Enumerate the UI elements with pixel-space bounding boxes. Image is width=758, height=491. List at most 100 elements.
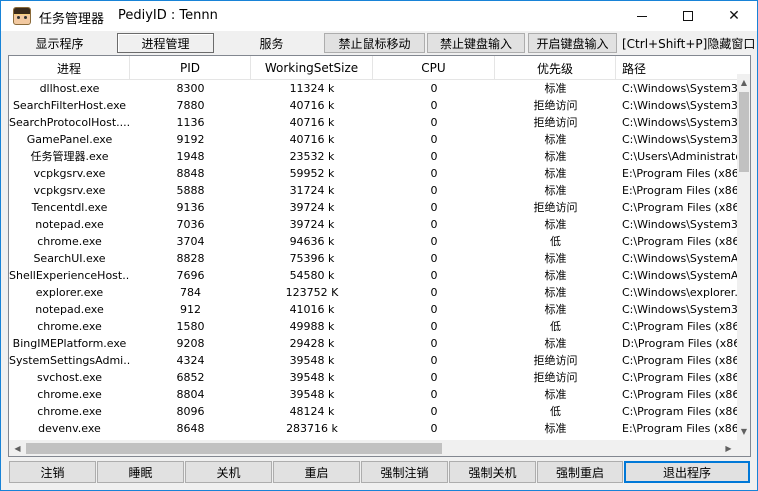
cell-cpu: 0	[430, 184, 438, 197]
disable-keyboard-button[interactable]: 禁止键盘输入	[427, 33, 525, 53]
scroll-right-icon[interactable]: ▶	[720, 440, 737, 456]
enable-keyboard-button[interactable]: 开启键盘输入	[528, 33, 617, 53]
horizontal-scrollbar[interactable]: ◀ ▶	[9, 440, 737, 456]
cell-priority: 低	[550, 320, 561, 333]
cell-pid: 7696	[176, 269, 205, 282]
cell-process-name: chrome.exe	[37, 388, 102, 401]
logoff-button[interactable]: 注销	[9, 461, 96, 483]
cell-path: C:\Users\Administrator\	[622, 150, 737, 163]
cell-working-set: 40716 k	[289, 99, 335, 112]
cell-pid: 1580	[176, 320, 205, 333]
cell-pid: 1136	[176, 116, 205, 129]
table-row[interactable]: notepad.exe 7036 39724 k 0 标准 C:\Windows\Syst…	[9, 216, 737, 233]
cell-priority: 标准	[544, 337, 567, 350]
cell-pid: 912	[180, 303, 201, 316]
title-bar[interactable]: 任务管理器 PediyID : Tennn ✕	[1, 1, 757, 31]
cell-working-set: 75396 k	[289, 252, 335, 265]
table-row[interactable]: chrome.exe 8096 48124 k 0 低 C:\Program Files …	[9, 403, 737, 420]
cell-process-name: chrome.exe	[37, 405, 102, 418]
table-row[interactable]: svchost.exe 6852 39548 k 0 拒绝访问 C:\Program Fi…	[9, 369, 737, 386]
cell-pid: 8300	[176, 82, 205, 95]
disable-mouse-button[interactable]: 禁止鼠标移动	[324, 33, 425, 53]
cell-cpu: 0	[430, 201, 438, 214]
cell-priority: 标准	[544, 218, 567, 231]
horizontal-scroll-thumb[interactable]	[26, 443, 442, 454]
table-row[interactable]: notepad.exe 912 41016 k 0 标准 C:\Windows\Syste…	[9, 301, 737, 318]
vertical-scroll-thumb[interactable]	[739, 92, 749, 172]
cell-process-name: chrome.exe	[37, 320, 102, 333]
cell-cpu: 0	[430, 252, 438, 265]
restart-button[interactable]: 重启	[273, 461, 360, 483]
cell-priority: 低	[550, 235, 561, 248]
scroll-up-icon[interactable]: ▲	[737, 74, 750, 91]
table-row[interactable]: 任务管理器.exe 1948 23532 k 0 标准 C:\Users\Administ…	[9, 148, 737, 165]
cell-path: C:\Windows\System32\	[622, 133, 737, 146]
table-row[interactable]: chrome.exe 3704 94636 k 0 低 C:\Program Files …	[9, 233, 737, 250]
table-row[interactable]: vcpkgsrv.exe 8848 59952 k 0 标准 E:\Program Fil…	[9, 165, 737, 182]
window-subtitle: PediyID : Tennn	[118, 8, 218, 23]
cell-working-set: 41016 k	[289, 303, 335, 316]
table-row[interactable]: SystemSettingsAdmi... 4324 39548 k 0 拒绝访问 C:\…	[9, 352, 737, 369]
cell-working-set: 39548 k	[289, 371, 335, 384]
cell-path: C:\Program Files (x86)\	[622, 371, 737, 384]
table-row[interactable]: SearchUI.exe 8828 75396 k 0 标准 C:\Windows\Sys…	[9, 250, 737, 267]
cell-pid: 7880	[176, 99, 205, 112]
cell-pid: 8648	[176, 422, 205, 435]
column-header-working-set[interactable]: WorkingSetSize	[251, 56, 373, 80]
cell-process-name: 任务管理器.exe	[30, 150, 109, 163]
cell-path: C:\Program Files (x86)\	[622, 405, 737, 418]
cell-pid: 8848	[176, 167, 205, 180]
scroll-left-icon[interactable]: ◀	[9, 440, 26, 456]
cell-path: C:\Windows\explorer.ex	[622, 286, 737, 299]
maximize-icon	[683, 11, 693, 21]
cell-process-name: vcpkgsrv.exe	[33, 184, 106, 197]
cell-priority: 标准	[544, 422, 567, 435]
table-row[interactable]: devenv.exe 8648 283716 k 0 标准 E:\Program File…	[9, 420, 737, 437]
table-row[interactable]: chrome.exe 8804 39548 k 0 标准 C:\Program Files…	[9, 386, 737, 403]
sleep-button[interactable]: 睡眠	[97, 461, 184, 483]
cell-pid: 8828	[176, 252, 205, 265]
column-header-pid[interactable]: PID	[130, 56, 251, 80]
table-row[interactable]: dllhost.exe 8300 11324 k 0 标准 C:\Windows\Syst…	[9, 80, 737, 97]
force-shutdown-button[interactable]: 强制关机	[449, 461, 536, 483]
window-title: 任务管理器	[39, 12, 105, 27]
table-row[interactable]: Tencentdl.exe 9136 39724 k 0 拒绝访问 C:\Program …	[9, 199, 737, 216]
cell-path: C:\Windows\SystemApp	[622, 269, 737, 282]
cell-path: C:\Program Files (x86)\	[622, 388, 737, 401]
cell-working-set: 48124 k	[289, 405, 335, 418]
maximize-button[interactable]	[665, 1, 711, 31]
process-list[interactable]: 进程 PID WorkingSetSize CPU 优先级 路径 dllhost…	[8, 55, 751, 457]
tab-services[interactable]: 服务	[219, 33, 324, 53]
scroll-down-icon[interactable]: ▼	[737, 423, 750, 440]
tab-show-programs[interactable]: 显示程序	[7, 33, 112, 53]
table-row[interactable]: explorer.exe 784 123752 K 0 标准 C:\Windows\exp…	[9, 284, 737, 301]
cell-cpu: 0	[430, 235, 438, 248]
table-row[interactable]: SearchProtocolHost.... 1136 40716 k 0 拒绝访问 C:…	[9, 114, 737, 131]
column-header-cpu[interactable]: CPU	[373, 56, 495, 80]
column-header-path[interactable]: 路径	[616, 56, 750, 80]
table-row[interactable]: chrome.exe 1580 49988 k 0 低 C:\Program Files …	[9, 318, 737, 335]
cell-process-name: explorer.exe	[35, 286, 104, 299]
column-header-process[interactable]: 进程	[9, 56, 130, 80]
vertical-scrollbar[interactable]: ▲ ▼	[737, 74, 750, 440]
cell-process-name: vcpkgsrv.exe	[33, 167, 106, 180]
exit-program-button[interactable]: 退出程序	[624, 461, 750, 483]
table-body: dllhost.exe 8300 11324 k 0 标准 C:\Windows\Syst…	[9, 80, 737, 437]
table-row[interactable]: GamePanel.exe 9192 40716 k 0 标准 C:\Windows\Sy…	[9, 131, 737, 148]
force-restart-button[interactable]: 强制重启	[537, 461, 623, 483]
table-row[interactable]: vcpkgsrv.exe 5888 31724 k 0 标准 E:\Program Fil…	[9, 182, 737, 199]
table-row[interactable]: BingIMEPlatform.exe 9208 29428 k 0 标准 D:\Prog…	[9, 335, 737, 352]
cell-working-set: 39724 k	[289, 218, 335, 231]
close-button[interactable]: ✕	[711, 1, 757, 31]
table-row[interactable]: SearchFilterHost.exe 7880 40716 k 0 拒绝访问 C:\W…	[9, 97, 737, 114]
column-header-priority[interactable]: 优先级	[495, 56, 616, 80]
table-row[interactable]: ShellExperienceHost.... 7696 54580 k 0 标准 C:\…	[9, 267, 737, 284]
cell-working-set: 54580 k	[289, 269, 335, 282]
shutdown-button[interactable]: 关机	[185, 461, 272, 483]
cell-process-name: ShellExperienceHost....	[9, 269, 130, 282]
force-logoff-button[interactable]: 强制注销	[361, 461, 448, 483]
cell-pid: 3704	[176, 235, 205, 248]
tab-process-management[interactable]: 进程管理	[117, 33, 214, 53]
cell-path: E:\Program Files (x86)\	[622, 184, 737, 197]
minimize-button[interactable]	[619, 1, 665, 31]
